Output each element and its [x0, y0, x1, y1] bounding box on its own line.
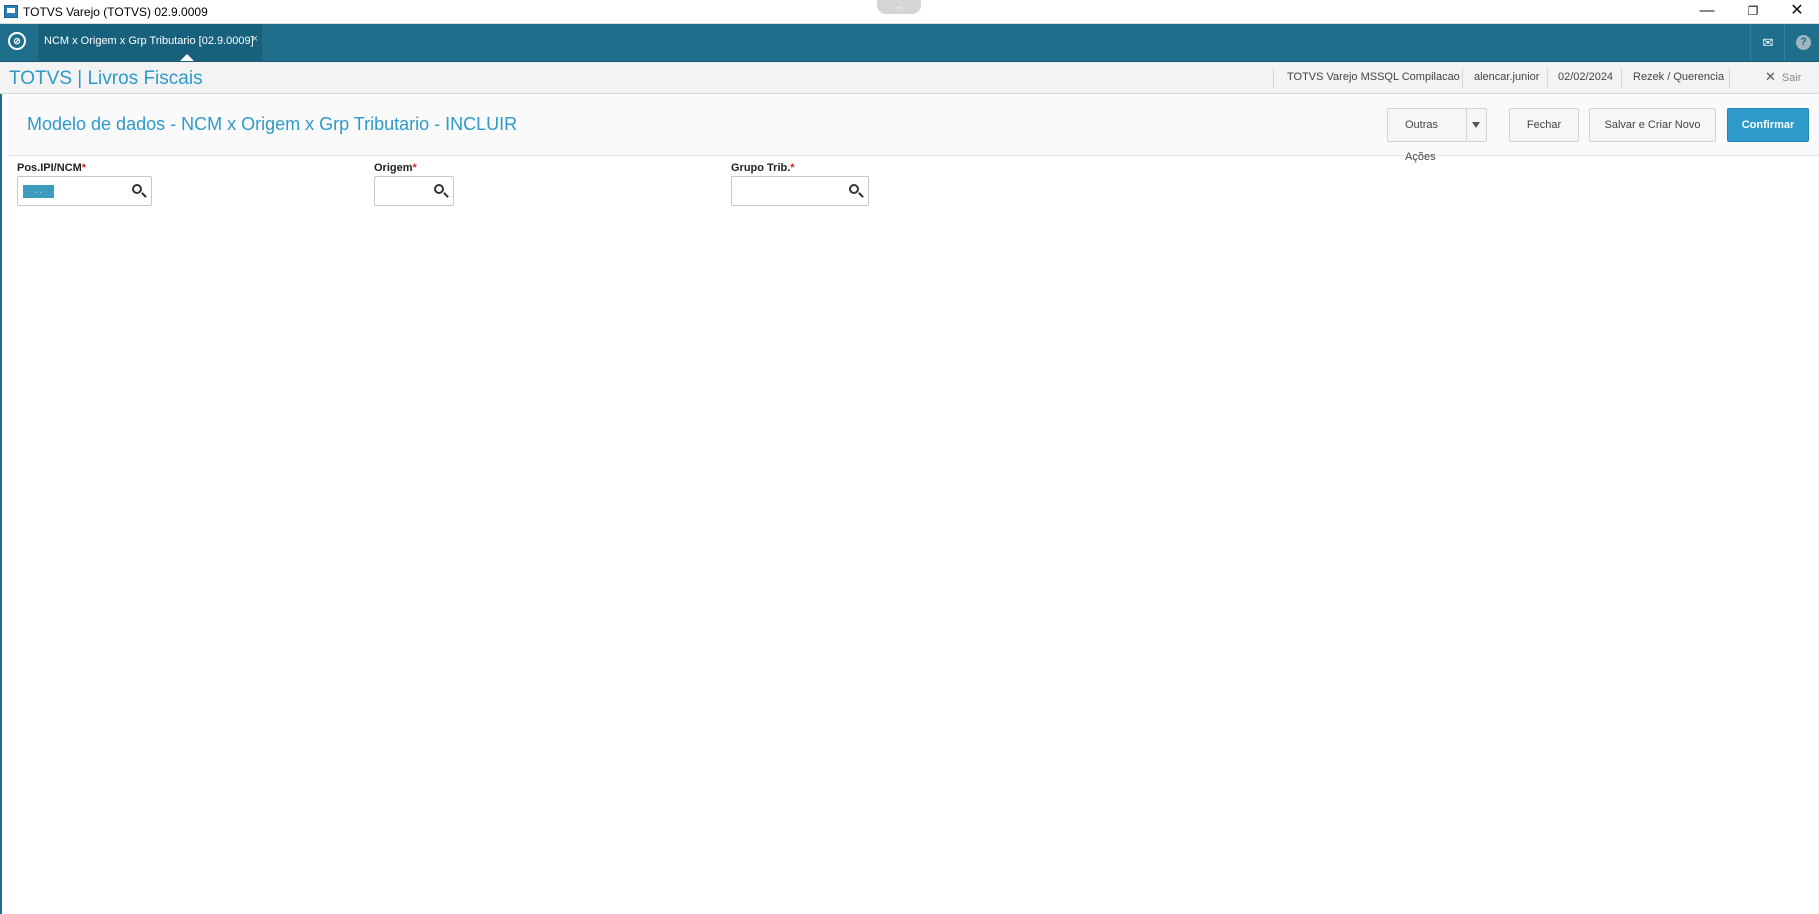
- form-header: Modelo de dados - NCM x Origem x Grp Tri…: [8, 94, 1819, 163]
- divider: [1273, 68, 1274, 88]
- required-marker: *: [412, 162, 417, 174]
- divider: [1621, 68, 1622, 88]
- origem-field-label: Origem*: [374, 162, 417, 174]
- ncm-input[interactable]: . .: [17, 176, 152, 206]
- grupo-trib-label-text: Grupo Trib.: [731, 162, 791, 174]
- divider: [1729, 68, 1730, 88]
- chevron-down-icon[interactable]: [1467, 108, 1487, 142]
- required-marker: *: [81, 162, 87, 174]
- app-title: TOTVS | Livros Fiscais: [9, 68, 203, 89]
- other-actions-button[interactable]: Outras Ações: [1387, 108, 1467, 163]
- required-marker: *: [790, 162, 795, 174]
- origem-input[interactable]: [374, 176, 454, 206]
- home-icon[interactable]: ⊘: [8, 32, 26, 50]
- maximize-button[interactable]: ❐: [1730, 0, 1776, 24]
- confirm-button[interactable]: Confirmar: [1727, 108, 1809, 142]
- search-icon[interactable]: [132, 184, 142, 194]
- active-tab-indicator: [180, 54, 194, 61]
- exit-label: Sair: [1781, 72, 1802, 84]
- chevron-down-icon[interactable]: ⌄: [877, 0, 921, 14]
- app-icon: [4, 5, 18, 18]
- minimize-button[interactable]: —: [1684, 0, 1730, 24]
- tab-ncm-origem[interactable]: NCM x Origem x Grp Tributario [02.9.0009…: [38, 24, 262, 61]
- page-title: Modelo de dados - NCM x Origem x Grp Tri…: [27, 114, 518, 134]
- branch-label: Rezek / Querencia: [1633, 71, 1725, 83]
- date-label: 02/02/2024: [1558, 71, 1614, 83]
- search-icon[interactable]: [849, 184, 859, 194]
- window-title: TOTVS Varejo (TOTVS) 02.9.0009: [23, 5, 208, 19]
- ncm-value: . .: [23, 185, 54, 198]
- app-header: TOTVS | Livros Fiscais TOTVS Varejo MSSQ…: [0, 62, 1819, 94]
- window-border: [0, 24, 2, 914]
- help-button[interactable]: ?: [1784, 24, 1819, 61]
- exit-button[interactable]: ✕ Sair: [1765, 69, 1801, 85]
- help-icon: ?: [1796, 35, 1811, 50]
- divider: [1547, 68, 1548, 88]
- close-button[interactable]: Fechar: [1509, 108, 1579, 142]
- tab-label: NCM x Origem x Grp Tributario [02.9.0009…: [44, 35, 254, 47]
- search-icon[interactable]: [434, 184, 444, 194]
- save-and-new-button[interactable]: Salvar e Criar Novo: [1589, 108, 1716, 142]
- close-window-button[interactable]: ✕: [1774, 0, 1819, 24]
- environment-label: TOTVS Varejo MSSQL Compilacao: [1287, 71, 1460, 83]
- close-icon: ✕: [1765, 69, 1776, 84]
- ncm-field-label: Pos.IPI/NCM*: [17, 162, 86, 174]
- grupo-trib-input[interactable]: [731, 176, 869, 206]
- tab-bar: ⊘ NCM x Origem x Grp Tributario [02.9.00…: [0, 24, 1819, 62]
- window-titlebar: TOTVS Varejo (TOTVS) 02.9.0009 ⌄ — ❐ ✕: [0, 0, 1819, 24]
- mail-icon[interactable]: ✉: [1750, 24, 1785, 61]
- grupo-trib-field-label: Grupo Trib.*: [731, 162, 795, 174]
- ncm-label-text: Pos.IPI/NCM: [17, 162, 82, 174]
- tab-close-icon[interactable]: ×: [252, 33, 258, 45]
- divider: [1462, 68, 1463, 88]
- user-label: alencar.junior: [1474, 71, 1540, 83]
- origem-label-text: Origem: [374, 162, 413, 174]
